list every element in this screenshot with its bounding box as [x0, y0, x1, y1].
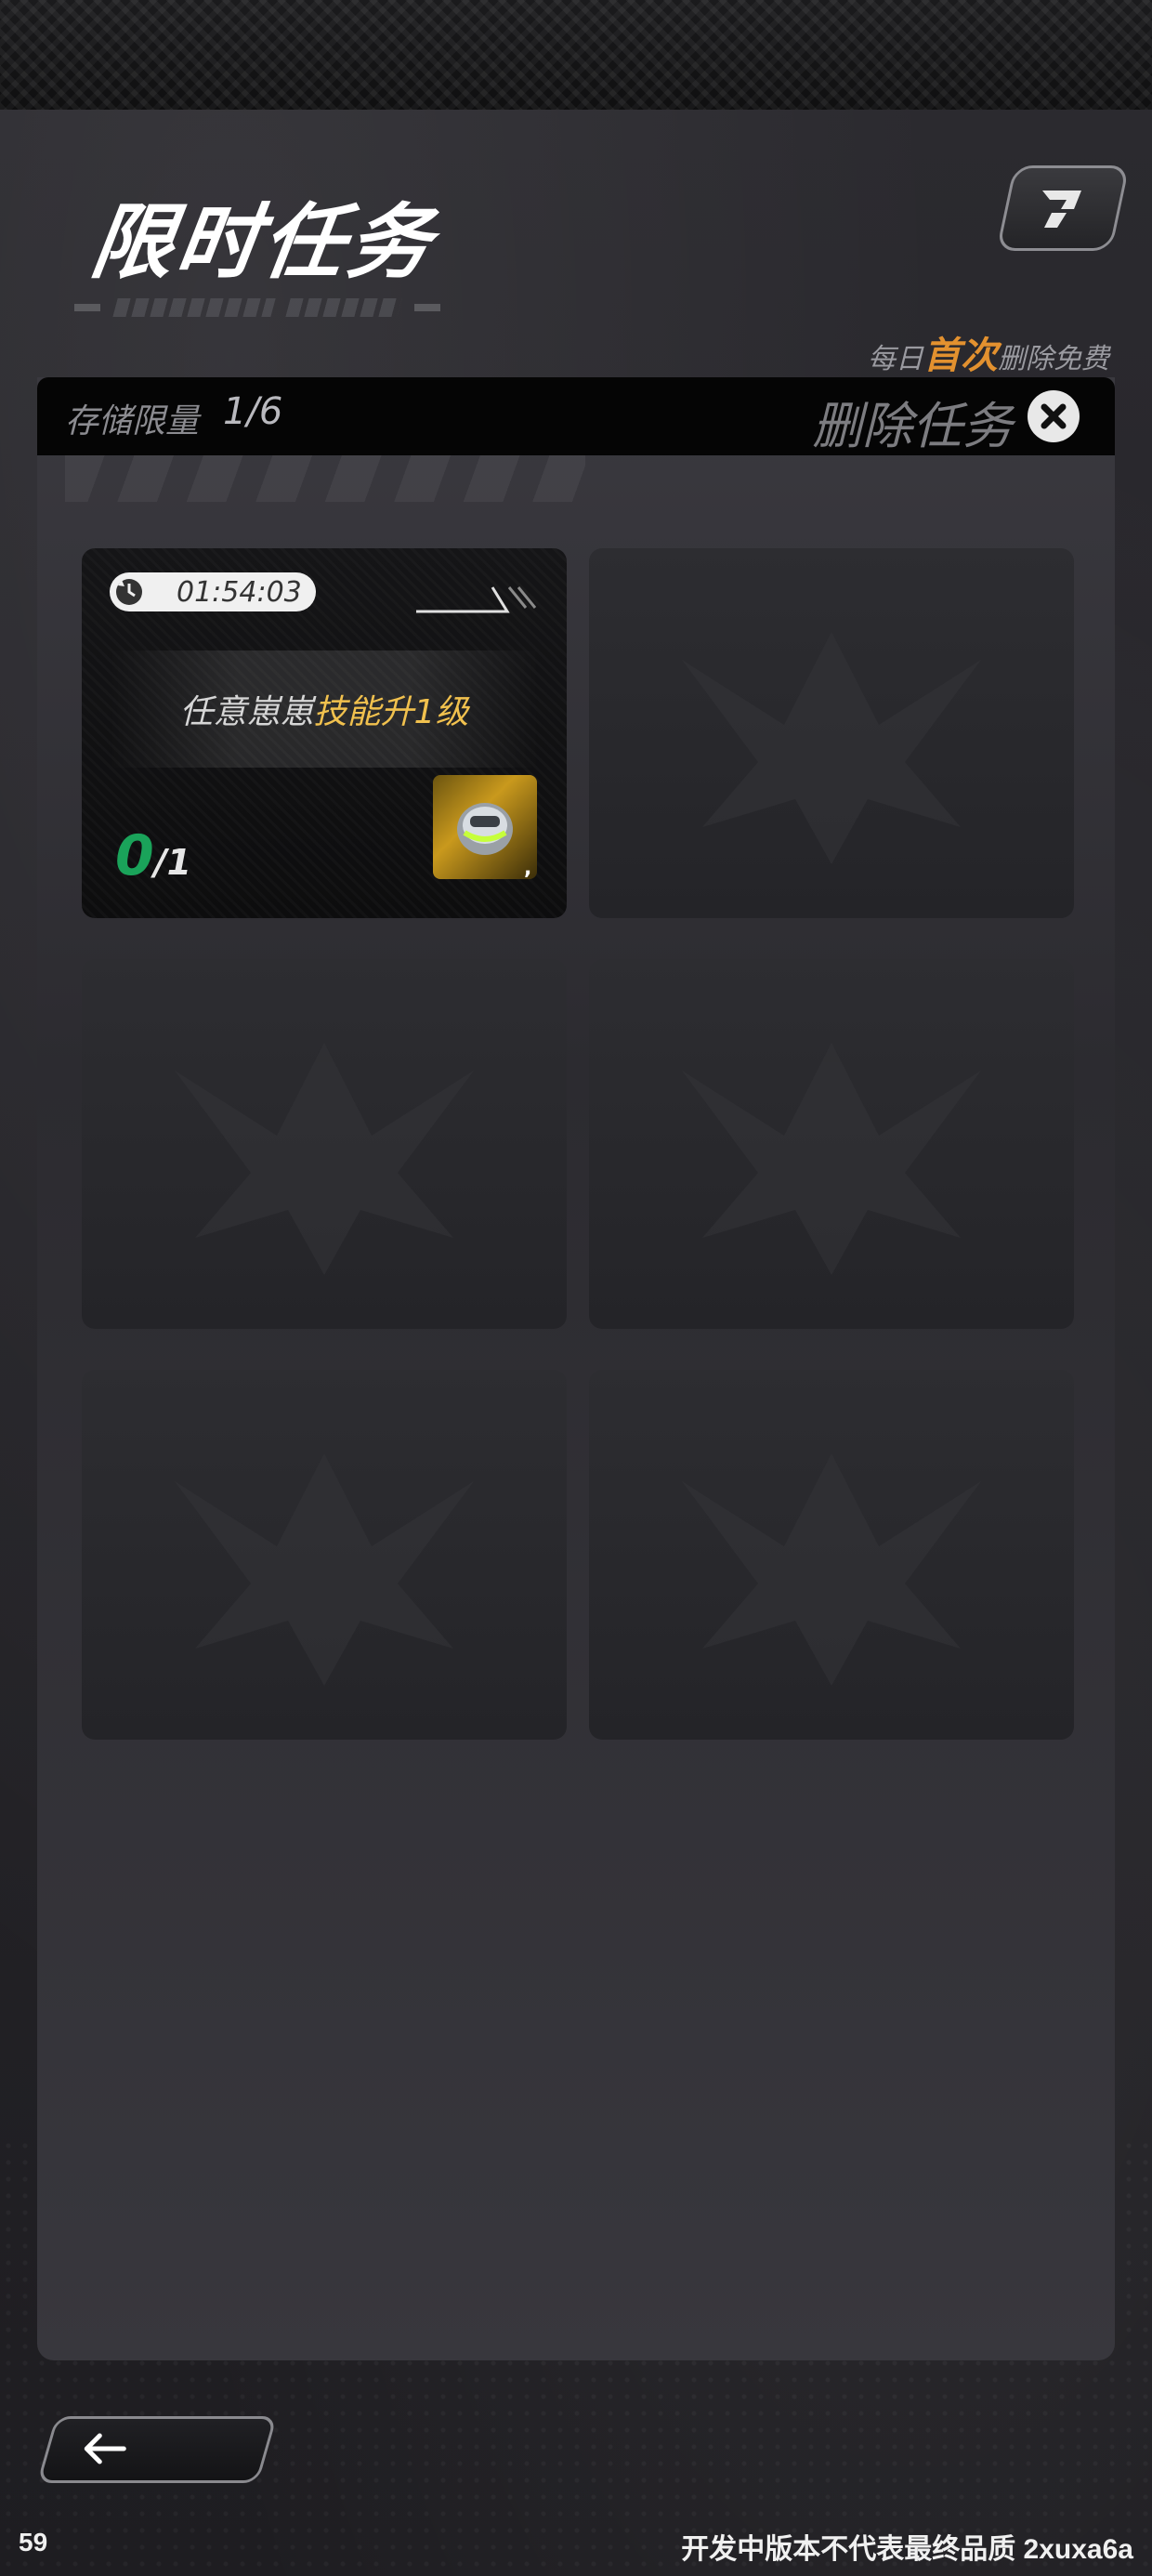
page-title: 限时任务 — [85, 194, 441, 290]
task-progress: 0/1 — [115, 823, 192, 888]
panel-header: 存储限量 1/6 删除任务 — [37, 377, 1115, 455]
task-description-highlight: 技能升1级 — [313, 693, 469, 731]
capacity-label: 存储限量 — [65, 402, 200, 440]
progress-current: 0 — [115, 823, 154, 888]
emblem-placeholder-icon — [682, 1043, 981, 1275]
arrow-left-icon — [84, 2433, 126, 2464]
reward-item[interactable] — [433, 775, 537, 879]
build-version-note: 开发中版本不代表最终品质 2xuxa6a — [681, 2534, 1133, 2565]
card-corner-decoration — [416, 586, 537, 613]
emblem-placeholder-icon — [175, 1453, 474, 1686]
empty-task-slot — [82, 1370, 567, 1740]
timer-text: 01:54:03 — [177, 575, 302, 609]
delete-task-button[interactable] — [1028, 390, 1080, 442]
reward-count: , — [524, 857, 532, 880]
countdown-timer: 01:54:03 — [110, 572, 316, 611]
daily-free-delete-note: 每日首次删除免费 — [868, 335, 1109, 377]
task-description: 任意崽崽 技能升1级 — [110, 651, 539, 768]
title-subtitle-decoration — [74, 296, 492, 320]
empty-task-slot — [589, 959, 1074, 1329]
emblem-placeholder-icon — [682, 632, 981, 864]
empty-task-slot — [589, 548, 1074, 918]
emblem-placeholder-icon — [682, 1453, 981, 1686]
task-panel: 存储限量 1/6 删除任务 01:54:03 任意崽崽 技能升1级 0/1 , — [37, 377, 1115, 2360]
delete-task-label[interactable]: 删除任务 — [812, 385, 1013, 458]
fps-counter: 59 — [19, 2528, 48, 2556]
help-tag-icon — [1042, 191, 1081, 228]
close-icon — [1041, 403, 1067, 429]
empty-task-slot — [82, 959, 567, 1329]
capacity-value: 1/6 — [223, 390, 283, 433]
daily-note-highlight: 首次 — [923, 335, 998, 377]
emblem-placeholder-icon — [175, 1043, 474, 1275]
progress-total: 1 — [166, 842, 192, 883]
refresh-clock-icon — [110, 572, 149, 611]
helmet-item-icon — [457, 803, 513, 855]
top-pattern-strip — [0, 0, 1152, 110]
empty-task-slot — [589, 1370, 1074, 1740]
task-card[interactable]: 01:54:03 任意崽崽 技能升1级 0/1 , — [82, 548, 567, 918]
help-button[interactable] — [996, 165, 1130, 251]
panel-header-watermark — [65, 455, 585, 502]
back-button[interactable] — [36, 2416, 278, 2483]
